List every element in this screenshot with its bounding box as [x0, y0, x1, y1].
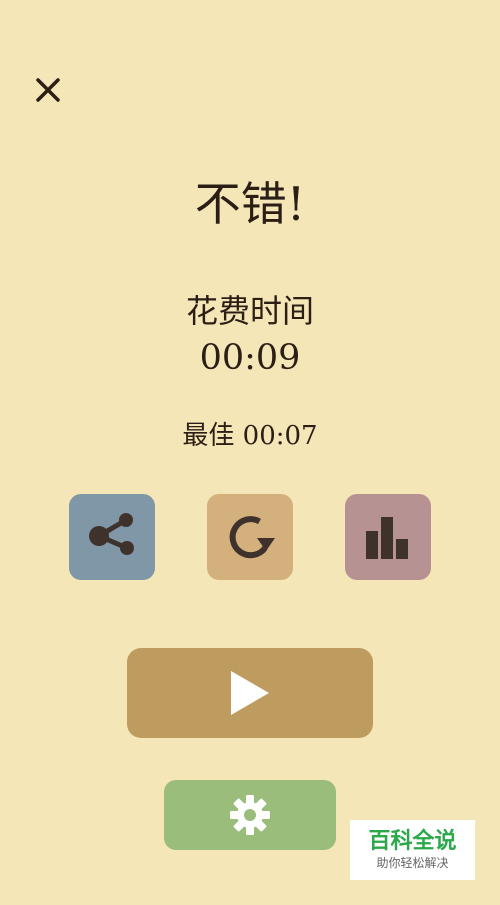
stats-button[interactable]	[345, 494, 431, 580]
gear-icon	[230, 795, 270, 835]
watermark: 百科全说 助你轻松解决	[350, 820, 475, 880]
bar-chart-icon	[366, 517, 408, 559]
time-spent-label: 花费时间	[185, 292, 314, 330]
close-button[interactable]	[28, 70, 68, 110]
restart-icon	[229, 516, 275, 559]
settings-button[interactable]	[164, 780, 336, 850]
close-icon	[36, 78, 60, 102]
best-time: 最佳 00:07	[182, 421, 318, 451]
result-title: 不错!	[194, 177, 306, 231]
play-icon	[231, 671, 269, 715]
play-button[interactable]	[127, 648, 373, 738]
time-spent-value: 00:09	[199, 338, 301, 378]
watermark-subtitle: 助你轻松解决	[376, 856, 449, 870]
share-button[interactable]	[69, 494, 155, 580]
share-icon	[89, 513, 134, 555]
watermark-title: 百科全说	[368, 829, 457, 854]
restart-button[interactable]	[207, 494, 293, 580]
